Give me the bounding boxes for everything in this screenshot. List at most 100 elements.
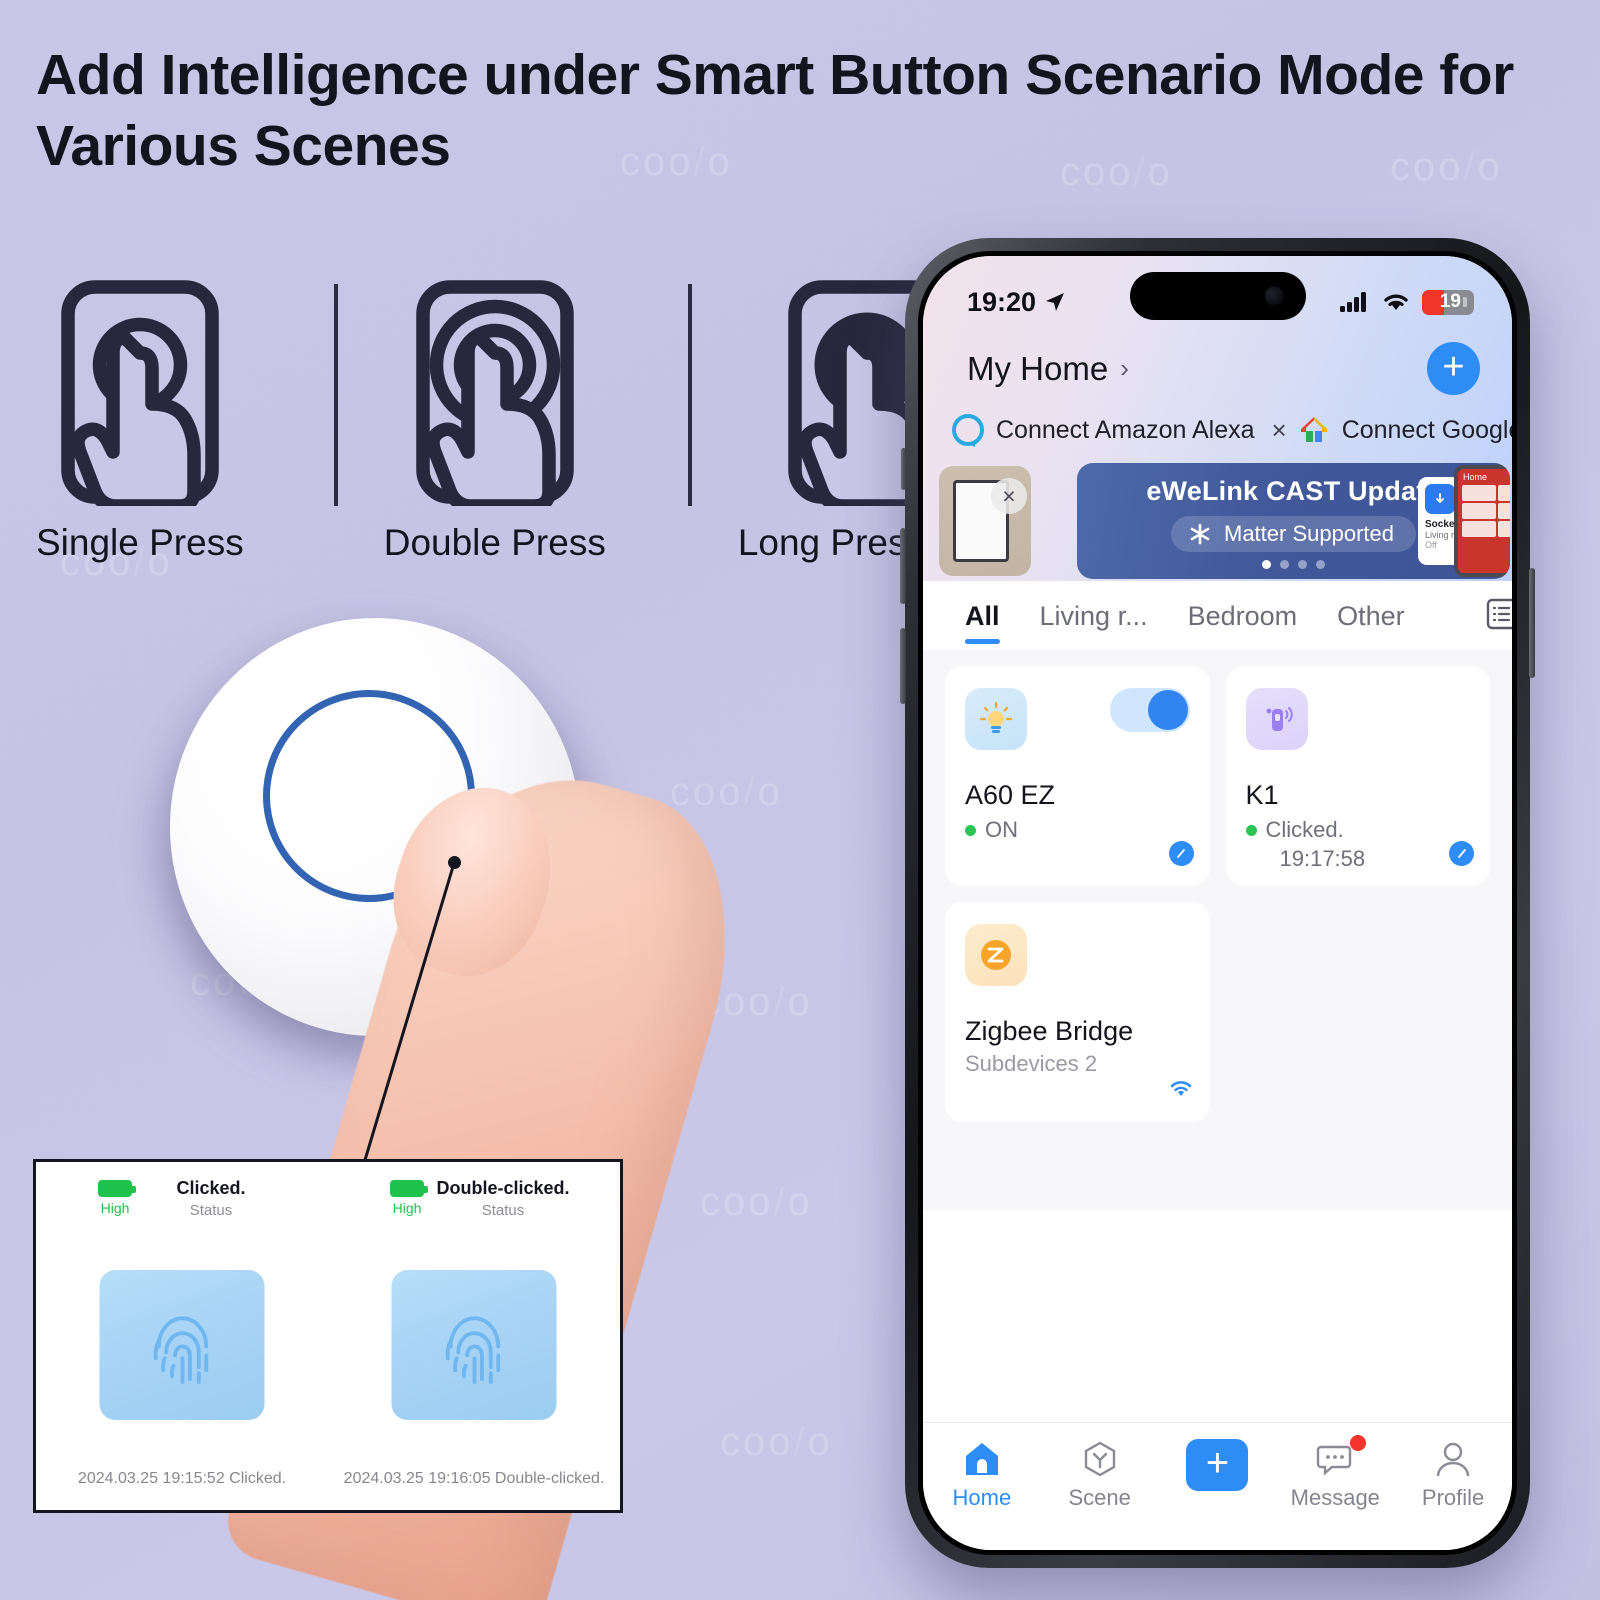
tabbar-label: Scene [1068,1485,1131,1510]
carousel-side-card[interactable]: × [939,466,1031,576]
fingerprint-icon [153,1316,208,1384]
tabbar-label: Profile [1421,1485,1485,1510]
tabbar-label: Message [1290,1485,1380,1510]
socket-icon [1425,484,1455,514]
home-name: My Home [967,349,1109,387]
tab-other[interactable]: Other [1337,601,1405,646]
tabbar-item-message[interactable]: Message [1280,1435,1390,1511]
status-block: Double-clicked. Status [328,1178,620,1219]
fingerprint-tile[interactable] [99,1270,265,1420]
log-entry: 2024.03.25 19:15:52 Clicked. [77,1470,287,1487]
divider [333,284,338,506]
device-card-a60[interactable]: A60 EZ ON [945,666,1210,886]
device-name: Zigbee Bridge [965,1016,1134,1046]
status-dot [1245,825,1257,836]
carousel-main-card[interactable]: eWeLink CAST Update Matter Supported Soc… [1077,463,1510,579]
wifi-icon [1384,294,1408,310]
location-arrow-icon [1046,293,1065,311]
phone-volume-up-button[interactable] [900,528,906,604]
profile-icon [1436,1442,1470,1477]
light-bulb-icon [965,688,1027,750]
connect-services-row: Connect Amazon Alexa × Connect Google [923,413,1512,447]
promo-carousel: × eWeLink CAST Update Matter Supported S… [923,461,1512,581]
carousel-title: eWeLink CAST Update [1146,476,1441,506]
connect-alexa-chip[interactable]: Connect Amazon Alexa × [951,413,1287,447]
status-log-inset: High Clicked. Status 2024.03.25 19:15:52… [33,1159,623,1513]
tab-living-room[interactable]: Living r... [1040,601,1148,646]
press-mode-double: Double Press [384,278,606,564]
close-icon[interactable]: × [991,478,1027,514]
device-card-k1[interactable]: K1 Clicked. 19:17:58 [1225,666,1490,886]
phone-screen: 19:20 19 My Home › + Connect Amazon Alex… [923,256,1512,1550]
callout-dot [448,856,461,869]
device-card-zigbee[interactable]: Zigbee Bridge Subdevices 2 [945,902,1210,1122]
matter-badge: Matter Supported [1171,516,1416,552]
matter-badge-label: Matter Supported [1224,521,1394,546]
close-icon[interactable]: × [1272,415,1287,446]
zigbee-icon [965,924,1027,986]
tab-bedroom[interactable]: Bedroom [1188,601,1298,646]
scene-hex-icon [1084,1441,1115,1477]
carousel-right-title: Home [1463,472,1488,482]
fingerprint-tile[interactable] [391,1270,557,1420]
tabbar-item-scene[interactable]: Scene [1045,1439,1155,1511]
phone-mockup: 19:20 19 My Home › + Connect Amazon Alex… [900,238,1535,1568]
status-block: Clicked. Status [36,1178,328,1219]
carousel-dots [1262,560,1325,569]
device-name: A60 EZ [965,780,1056,810]
device-status: ON [985,817,1018,842]
watermark: coo/o [700,1180,813,1224]
page-title: Add Intelligence under Smart Button Scen… [36,43,1514,179]
log-card: High Clicked. Status 2024.03.25 19:15:52… [36,1162,328,1510]
connect-google-chip[interactable]: Connect Google [1297,414,1512,446]
divider [687,284,692,506]
remote-button-icon [1245,688,1308,750]
watermark: coo/o [720,1420,833,1464]
home-header: My Home › + [923,330,1512,395]
phone-volume-down-button[interactable] [900,628,906,704]
status-dot [965,825,976,836]
press-mode-label: Double Press [383,522,606,563]
front-camera-icon [1264,286,1284,306]
matter-icon [1190,523,1210,545]
tap-single-icon [61,280,219,506]
wifi-badge-icon [1168,1079,1194,1104]
device-grid-empty-slot [1226,902,1491,1122]
tabbar-label: Home [952,1485,1012,1510]
list-view-icon[interactable] [1485,597,1512,650]
home-icon [965,1443,998,1475]
watermark: coo/o [670,770,783,814]
tabbar-item-add[interactable]: + [1162,1439,1272,1491]
battery-status-icon: 19 [1422,289,1474,315]
bottom-tab-bar: Home Scene + Message Profile [923,1422,1512,1550]
connect-alexa-label: Connect Amazon Alexa [996,415,1255,444]
device-status: Clicked. [1265,817,1344,842]
add-device-button[interactable]: + [1427,342,1480,395]
tabbar-item-profile[interactable]: Profile [1398,1439,1508,1511]
phone-power-button[interactable] [1529,568,1535,678]
tabbar-item-home[interactable]: Home [927,1439,1037,1511]
room-tabs: All Living r... Bedroom Other [923,581,1512,650]
status-caption: Status [189,1202,233,1219]
tap-double-icon [416,280,574,506]
press-mode-label: Single Press [36,522,244,563]
battery-percent: 19 [1439,291,1461,312]
home-selector[interactable]: My Home › [967,350,1129,388]
status-caption: Status [481,1202,525,1219]
edit-badge-icon[interactable] [1168,841,1194,866]
log-entry: 2024.03.25 19:16:05 Double-clicked. [343,1470,605,1487]
power-toggle[interactable] [1109,688,1190,732]
dynamic-island [1129,272,1306,320]
chevron-right-icon: › [1120,353,1129,383]
edit-badge-icon[interactable] [1449,841,1474,866]
carousel-right-card: Home [1454,465,1510,577]
log-card: High Double-clicked. Status 2024.03.25 1… [328,1162,620,1510]
device-grid: A60 EZ ON K1 Clicked. 19:17:58 Zigbee Br… [923,650,1512,1210]
connect-google-label: Connect Google [1341,415,1512,444]
press-modes-row: Single Press Double Press Long Press >3s [36,278,996,564]
phone-mute-button[interactable] [901,448,906,490]
alexa-icon [952,414,984,447]
tab-all[interactable]: All [965,601,1000,646]
message-unread-badge [1350,1435,1367,1451]
status-value: Clicked. [176,1178,246,1198]
